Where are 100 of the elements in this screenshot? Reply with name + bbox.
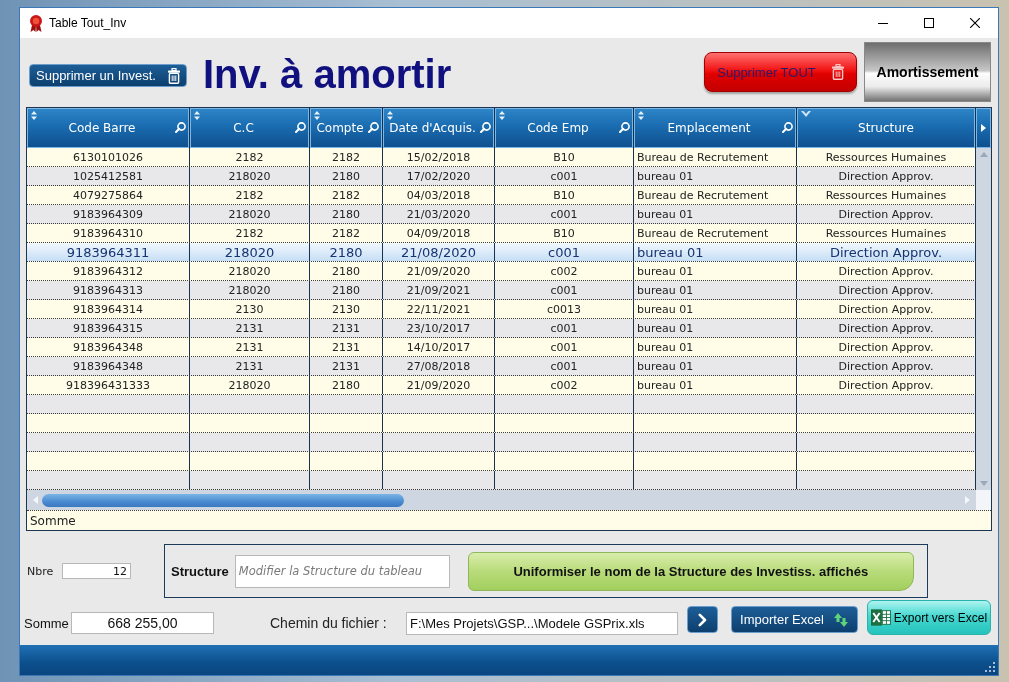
table-cell: bureau 01 bbox=[634, 376, 797, 394]
table-cell: 2182 bbox=[190, 224, 310, 242]
summary-label: Somme bbox=[30, 513, 76, 528]
table-cell: 9183964348 bbox=[27, 357, 190, 375]
table-cell: 9183964311 bbox=[27, 243, 190, 261]
table-cell: 21/09/2020 bbox=[383, 376, 495, 394]
next-button[interactable] bbox=[687, 606, 718, 633]
table-cell: 9183964348 bbox=[27, 338, 190, 356]
table-row[interactable]: 918396431333 218020 2180 21/09/2020 c002 bureau 01 Direction Approv. bbox=[27, 376, 976, 395]
right-arrow-icon[interactable] bbox=[981, 124, 986, 132]
column-header[interactable]: C.C bbox=[190, 108, 310, 148]
table-cell: 9183964313 bbox=[27, 281, 190, 299]
table-cell: 218020 bbox=[190, 262, 310, 280]
table-cell: c001 bbox=[495, 205, 634, 223]
column-header[interactable]: Code Barre bbox=[27, 108, 190, 148]
table-cell: bureau 01 bbox=[634, 243, 797, 261]
table-row[interactable]: 4079275864 2182 2182 04/03/2018 B10 Bureau de Recrutement Ressources Humaines bbox=[27, 186, 976, 205]
delete-button[interactable]: Supprimer un Invest. bbox=[29, 64, 187, 87]
table-row[interactable]: 6130101026 2182 2182 15/02/2018 B10 Bureau de Recrutement Ressources Humaines bbox=[27, 148, 976, 167]
table-cell: 4079275864 bbox=[27, 186, 190, 204]
search-icon[interactable] bbox=[368, 122, 379, 133]
apply-structure-button[interactable]: Uniformiser le nom de la Structure des Investiss. affichés bbox=[467, 551, 914, 591]
table-row[interactable]: 9183964311 218020 2180 21/08/2020 c001 bureau 01 Direction Approv. bbox=[27, 243, 976, 262]
sort-arrows-icon[interactable] bbox=[194, 111, 200, 120]
total-field[interactable]: 668 255,00 bbox=[71, 612, 214, 634]
table-cell: 2180 bbox=[310, 262, 383, 280]
table-cell: 218020 bbox=[190, 281, 310, 299]
table-cell: B10 bbox=[495, 186, 634, 204]
table-cell: 9183964309 bbox=[27, 205, 190, 223]
page-heading: Inv. à amortir bbox=[203, 53, 452, 94]
table-cell: c002 bbox=[495, 376, 634, 394]
table-cell: 04/03/2018 bbox=[383, 186, 495, 204]
table-cell: 21/09/2021 bbox=[383, 281, 495, 299]
table-cell: bureau 01 bbox=[634, 319, 797, 337]
table-cell: 218020 bbox=[190, 243, 310, 261]
table-cell: 21/09/2020 bbox=[383, 262, 495, 280]
file-path-field[interactable]: F:\Mes Projets\GSP...\Modele GSPrix.xls bbox=[406, 612, 678, 635]
trash-icon bbox=[168, 67, 180, 84]
sort-chevron-icon[interactable] bbox=[801, 111, 811, 117]
table-cell: c001 bbox=[495, 281, 634, 299]
total-label: Somme bbox=[24, 616, 70, 631]
table-cell: 2182 bbox=[190, 148, 310, 166]
table-row[interactable]: 9183964315 2131 2131 23/10/2017 c001 bureau 01 Direction Approv. bbox=[27, 319, 976, 338]
export-button[interactable]: Export vers Excel bbox=[867, 600, 991, 635]
count-field[interactable]: 12 bbox=[62, 563, 131, 579]
horizontal-scrollbar[interactable] bbox=[27, 490, 976, 510]
table-cell: 2182 bbox=[310, 148, 383, 166]
table-row[interactable]: 9183964312 218020 2180 21/09/2020 c002 bureau 01 Direction Approv. bbox=[27, 262, 976, 281]
sort-arrows-icon[interactable] bbox=[31, 111, 37, 120]
table-cell: 2180 bbox=[310, 205, 383, 223]
structure-field[interactable]: Modifier la Structure du tableau bbox=[234, 554, 450, 588]
table-row[interactable]: 9183964348 2131 2131 14/10/2017 c001 bureau 01 Direction Approv. bbox=[27, 338, 976, 357]
table-cell: Bureau de Recrutement bbox=[634, 224, 797, 242]
table-row[interactable]: 9183964314 2130 2130 22/11/2021 c0013 bureau 01 Direction Approv. bbox=[27, 300, 976, 319]
search-icon[interactable] bbox=[175, 122, 186, 133]
table-row[interactable]: 9183964348 2131 2131 27/08/2018 c001 bureau 01 Direction Approv. bbox=[27, 357, 976, 376]
table-row[interactable]: 9183964313 218020 2180 21/09/2021 c001 bureau 01 Direction Approv. bbox=[27, 281, 976, 300]
table-cell: 2180 bbox=[310, 376, 383, 394]
sort-arrows-icon[interactable] bbox=[314, 111, 320, 120]
table-cell: 2131 bbox=[190, 338, 310, 356]
column-header[interactable]: Date d'Acquis. bbox=[383, 108, 495, 148]
sort-arrows-icon[interactable] bbox=[638, 111, 644, 120]
column-header[interactable]: Emplacement bbox=[634, 108, 797, 148]
column-header[interactable]: Structure bbox=[797, 108, 976, 148]
table-row[interactable]: 1025412581 218020 2180 17/02/2020 c001 bureau 01 Direction Approv. bbox=[27, 167, 976, 186]
depreciation-button[interactable]: Amortissement bbox=[864, 42, 991, 102]
table-cell: 2180 bbox=[310, 167, 383, 185]
search-icon[interactable] bbox=[619, 122, 630, 133]
search-icon[interactable] bbox=[295, 122, 306, 133]
search-icon[interactable] bbox=[480, 122, 491, 133]
table-cell: Bureau de Recrutement bbox=[634, 148, 797, 166]
table-cell: 2182 bbox=[310, 186, 383, 204]
table-cell: 2182 bbox=[310, 224, 383, 242]
resize-grip-icon[interactable] bbox=[985, 662, 995, 672]
search-icon[interactable] bbox=[782, 122, 793, 133]
table-cell: 2131 bbox=[190, 357, 310, 375]
sort-arrows-icon[interactable] bbox=[387, 111, 393, 120]
table-row[interactable]: 9183964309 218020 2180 21/03/2020 c001 bureau 01 Direction Approv. bbox=[27, 205, 976, 224]
table-cell: 218020 bbox=[190, 167, 310, 185]
table-cell: 2131 bbox=[310, 338, 383, 356]
table-cell: B10 bbox=[495, 224, 634, 242]
column-header[interactable]: Code Emp bbox=[495, 108, 634, 148]
table-cell: c0013 bbox=[495, 300, 634, 318]
table-cell: 2131 bbox=[190, 319, 310, 337]
file-path-label: Chemin du fichier : bbox=[270, 615, 388, 631]
table-cell: 23/10/2017 bbox=[383, 319, 495, 337]
table-cell: bureau 01 bbox=[634, 357, 797, 375]
structure-label: Structure bbox=[171, 563, 229, 579]
table-cell: 918396431333 bbox=[27, 376, 190, 394]
sort-arrows-icon[interactable] bbox=[499, 111, 505, 120]
window-title: Table Tout_Inv bbox=[49, 16, 127, 30]
column-header[interactable]: Compte bbox=[310, 108, 383, 148]
count-label: Nbre bbox=[27, 564, 55, 578]
scrollbar-thumb[interactable] bbox=[42, 493, 404, 507]
table-cell: 22/11/2021 bbox=[383, 300, 495, 318]
table-row[interactable]: 9183964310 2182 2182 04/09/2018 B10 Bureau de Recrutement Ressources Humaines bbox=[27, 224, 976, 243]
table-cell: c001 bbox=[495, 338, 634, 356]
table-cell: 9183964312 bbox=[27, 262, 190, 280]
table-cell: B10 bbox=[495, 148, 634, 166]
import-button[interactable]: Importer Excel bbox=[731, 606, 858, 633]
